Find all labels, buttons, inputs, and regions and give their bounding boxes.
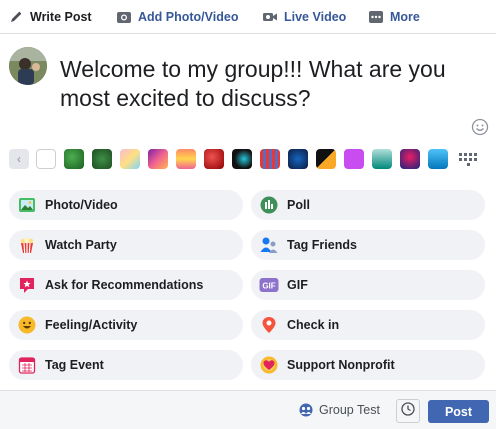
emoji-picker-icon[interactable] [471, 118, 489, 136]
option-label: Tag Friends [287, 238, 357, 252]
background-swatch[interactable] [232, 149, 252, 169]
background-swatch[interactable] [176, 149, 196, 169]
background-swatch[interactable] [120, 149, 140, 169]
popcorn-icon [17, 235, 37, 255]
option-label: Tag Event [45, 358, 104, 372]
avatar [9, 47, 47, 85]
background-swatch[interactable] [92, 149, 112, 169]
option-poll[interactable]: Poll [251, 190, 485, 220]
tab-more[interactable]: More [358, 0, 438, 34]
schedule-button[interactable] [396, 399, 420, 423]
option-label: Poll [287, 198, 310, 212]
camera-icon [116, 9, 132, 25]
option-tag-event[interactable]: Tag Event [9, 350, 243, 380]
background-swatch[interactable] [148, 149, 168, 169]
option-photo-video[interactable]: Photo/Video [9, 190, 243, 220]
photo-icon [17, 195, 37, 215]
left-arrow-icon[interactable]: ‹ [9, 149, 29, 169]
tab-add-photo-video[interactable]: Add Photo/Video [106, 0, 252, 34]
tab-live-video[interactable]: Live Video [252, 0, 358, 34]
option-tag-friends[interactable]: Tag Friends [251, 230, 485, 260]
background-swatch[interactable] [372, 149, 392, 169]
more-dots-icon [368, 9, 384, 25]
calendar-icon [17, 355, 37, 375]
background-swatch[interactable] [260, 149, 280, 169]
background-picker: ‹ [0, 146, 496, 172]
option-label: Check in [287, 318, 340, 332]
clock-icon [401, 401, 415, 421]
option-label: Ask for Recommendations [45, 278, 204, 292]
background-swatch[interactable] [288, 149, 308, 169]
option-label: Feeling/Activity [45, 318, 138, 332]
option-ask-for-recommendations[interactable]: Ask for Recommendations [9, 270, 243, 300]
tab-more-label: More [390, 9, 420, 24]
audience-label: Group Test [319, 403, 380, 417]
background-swatch[interactable] [36, 149, 56, 169]
background-swatch[interactable] [204, 149, 224, 169]
svg-text:GIF: GIF [262, 282, 275, 291]
option-check-in[interactable]: Check in [251, 310, 485, 340]
background-swatch[interactable] [428, 149, 448, 169]
tab-add-photo-video-label: Add Photo/Video [138, 9, 239, 24]
location-pin-icon [259, 315, 279, 335]
composer-tabs: Write Post Add Photo/Video Live Video Mo… [0, 0, 496, 34]
option-gif[interactable]: GIF GIF [251, 270, 485, 300]
option-label: GIF [287, 278, 308, 292]
smiley-icon [17, 315, 37, 335]
option-feeling-activity[interactable]: Feeling/Activity [9, 310, 243, 340]
post-button[interactable]: Post [428, 400, 489, 423]
background-swatch[interactable] [400, 149, 420, 169]
video-camera-icon [262, 9, 278, 25]
group-icon [298, 403, 314, 417]
tab-live-video-label: Live Video [284, 9, 347, 24]
tag-friends-icon [259, 235, 279, 255]
post-composer: Write Post Add Photo/Video Live Video Mo… [0, 0, 496, 429]
background-swatch[interactable] [344, 149, 364, 169]
background-swatch[interactable] [316, 149, 336, 169]
heart-donate-icon [259, 355, 279, 375]
option-watch-party[interactable]: Watch Party [9, 230, 243, 260]
option-label: Watch Party [45, 238, 117, 252]
composer-footer: Group Test Post [0, 390, 496, 429]
tab-write-post-label: Write Post [30, 9, 92, 24]
grid-icon[interactable] [458, 149, 478, 169]
option-support-nonprofit[interactable]: Support Nonprofit [251, 350, 485, 380]
audience-selector[interactable]: Group Test [298, 403, 380, 417]
background-swatch[interactable] [64, 149, 84, 169]
poll-icon [259, 195, 279, 215]
option-label: Photo/Video [45, 198, 118, 212]
tab-write-post[interactable]: Write Post [0, 0, 106, 34]
pencil-icon [8, 9, 24, 25]
option-label: Support Nonprofit [287, 358, 395, 372]
gif-icon: GIF [259, 275, 279, 295]
post-text-input[interactable]: Welcome to my group!!! What are you most… [60, 55, 480, 113]
recommendation-icon [17, 275, 37, 295]
